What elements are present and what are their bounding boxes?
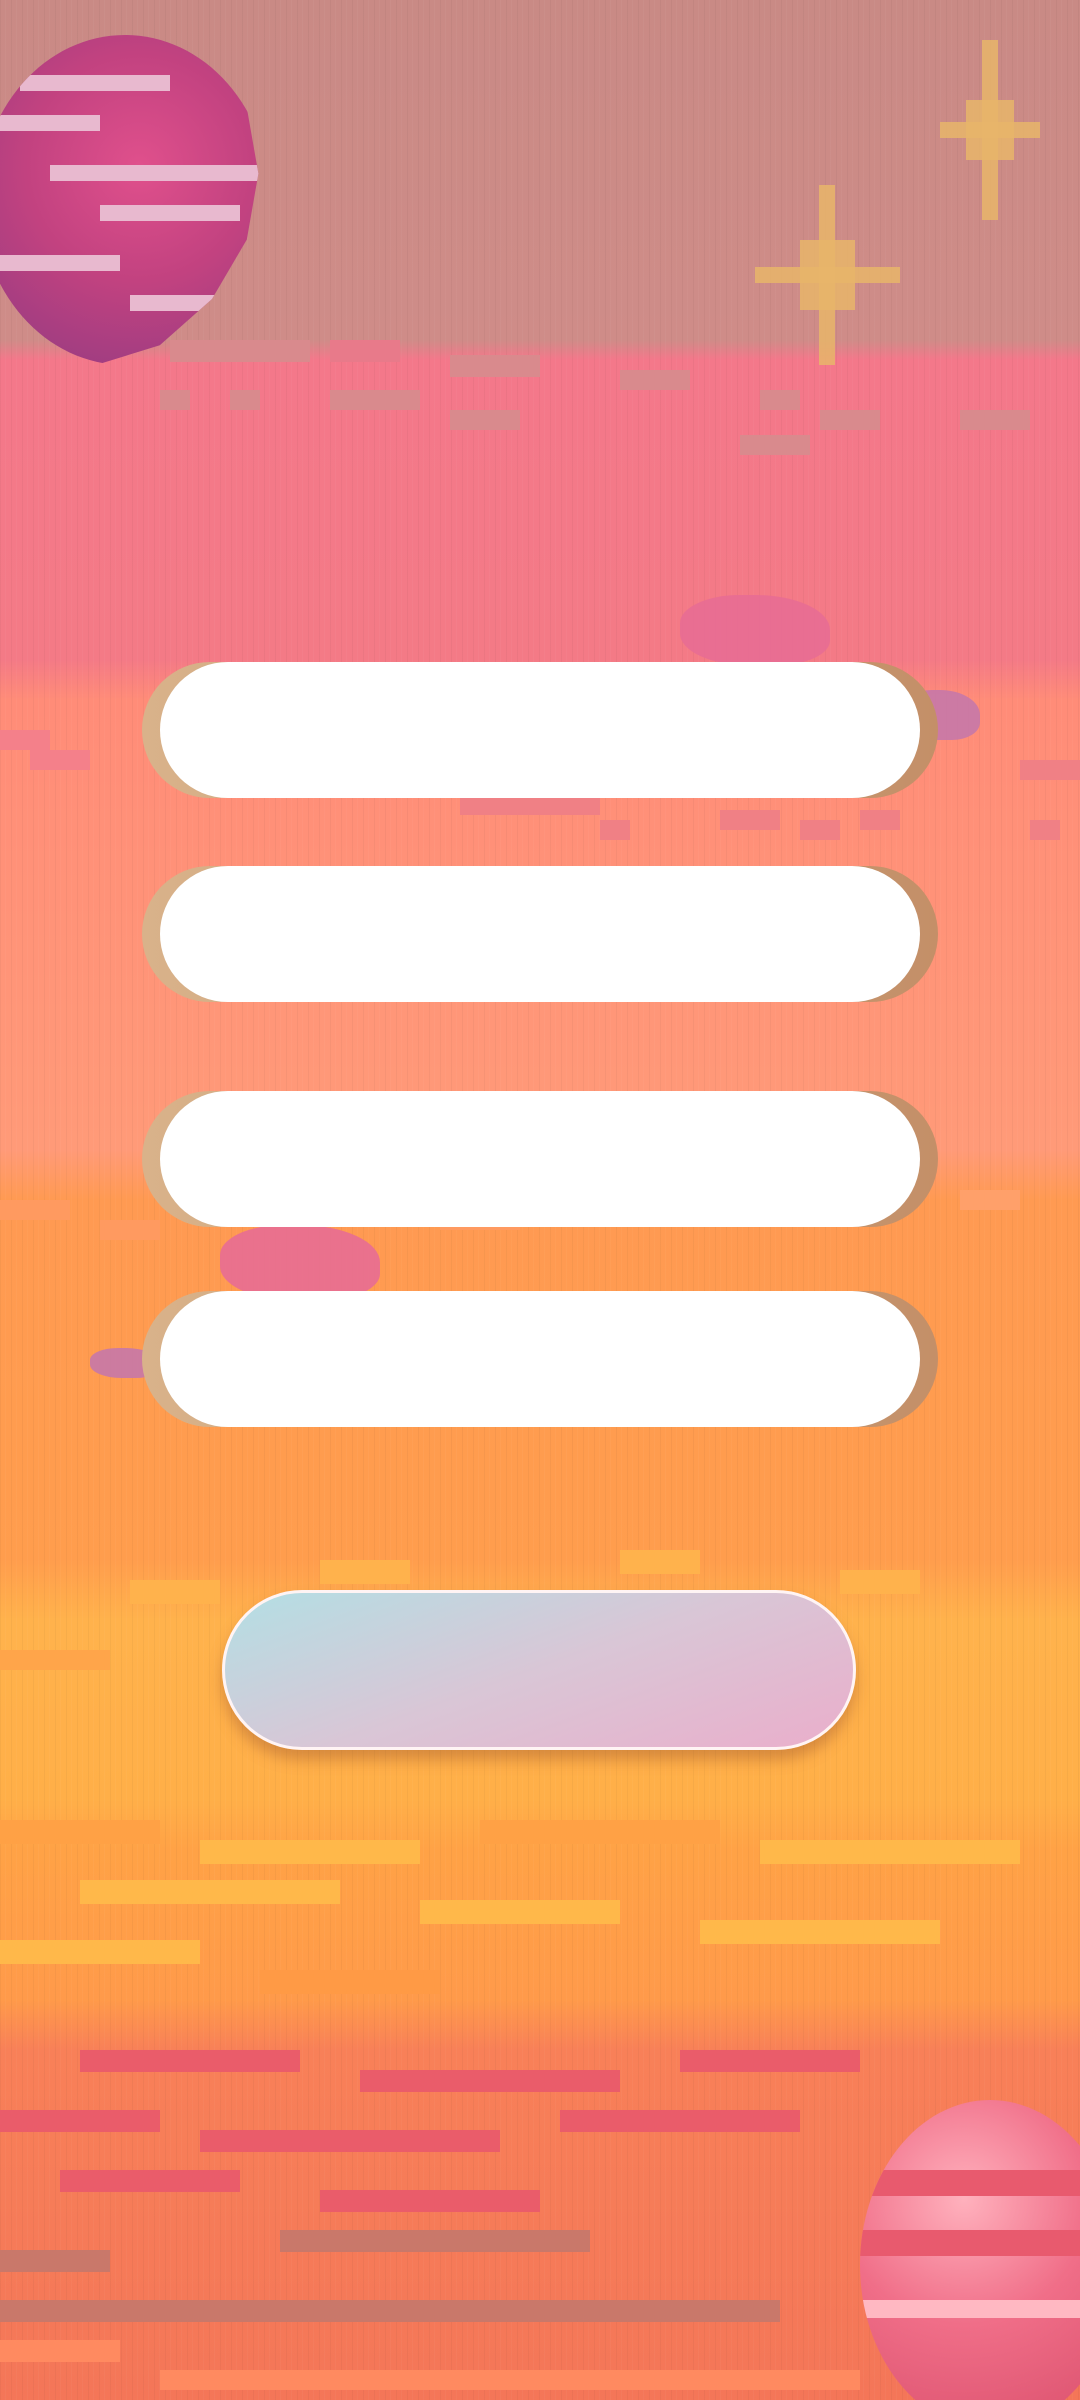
submit-button[interactable]	[222, 1590, 856, 1750]
input-field-4-wrapper	[142, 1291, 938, 1427]
sparkle-star-icon	[755, 185, 900, 365]
input-field-1-wrapper	[142, 662, 938, 798]
pixel-band-top	[0, 330, 1080, 470]
input-field-2-wrapper	[142, 866, 938, 1002]
input-field-1[interactable]	[160, 662, 920, 798]
pink-planet-icon	[0, 35, 259, 365]
red-planet-icon	[860, 2100, 1080, 2400]
input-field-4[interactable]	[160, 1291, 920, 1427]
login-screen	[0, 0, 1080, 2400]
pixel-cloud-icon	[220, 1225, 380, 1300]
sparkle-star-icon	[940, 40, 1040, 220]
input-field-2[interactable]	[160, 866, 920, 1002]
input-field-3-wrapper	[142, 1091, 938, 1227]
input-field-3[interactable]	[160, 1091, 920, 1227]
pixel-cloud-icon	[680, 595, 830, 665]
pixel-band-lower-orange	[0, 1810, 1080, 2010]
